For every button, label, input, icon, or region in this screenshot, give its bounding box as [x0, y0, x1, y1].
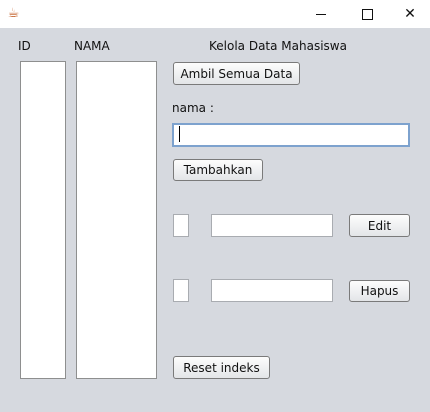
edit-button[interactable]: Edit — [349, 214, 410, 237]
close-icon: ✕ — [404, 6, 416, 22]
hapus-button[interactable]: Hapus — [349, 280, 410, 302]
minimize-icon — [316, 13, 326, 15]
id-column-header: ID — [18, 39, 31, 53]
ambil-semua-data-button[interactable]: Ambil Semua Data — [173, 62, 300, 85]
nama-column-header: NAMA — [74, 39, 110, 53]
close-button[interactable]: ✕ — [390, 0, 430, 28]
tambahkan-button[interactable]: Tambahkan — [173, 159, 263, 181]
edit-nama-field[interactable] — [211, 214, 333, 237]
reset-indeks-button[interactable]: Reset indeks — [173, 356, 270, 379]
edit-id-field[interactable] — [173, 214, 189, 237]
hapus-id-field[interactable] — [173, 279, 189, 302]
maximize-button[interactable] — [344, 0, 390, 28]
text-caret — [179, 126, 180, 142]
nama-input[interactable] — [172, 123, 410, 147]
maximize-icon — [361, 8, 373, 20]
title-bar: ☕ ✕ — [0, 0, 430, 28]
minimize-button[interactable] — [298, 0, 344, 28]
id-list[interactable] — [20, 61, 66, 379]
page-title: Kelola Data Mahasiswa — [209, 39, 347, 53]
hapus-nama-field[interactable] — [211, 279, 333, 302]
nama-list[interactable] — [76, 61, 157, 379]
nama-label: nama : — [172, 101, 214, 115]
java-icon: ☕ — [7, 6, 20, 21]
